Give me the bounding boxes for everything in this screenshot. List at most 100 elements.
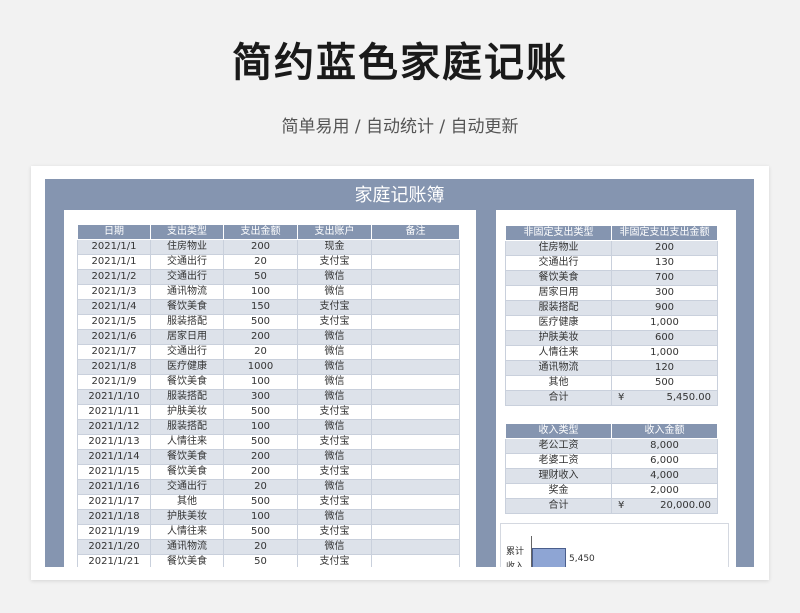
ledger-cell: 2021/1/6 bbox=[77, 329, 151, 345]
ledger-cell: 200 bbox=[223, 239, 298, 255]
ledger-cell: 2021/1/19 bbox=[77, 524, 151, 540]
expense-summary-cell: 餐饮美食 bbox=[505, 270, 612, 286]
ledger-cell bbox=[371, 254, 460, 270]
table-row: 2021/1/8 医疗健康 1000 微信 bbox=[77, 359, 460, 375]
ledger-panel: 日期 支出类型 支出金额 支出账户 备注 2021/1/1 住房物业 200 现金 2021/1… bbox=[64, 210, 476, 567]
income-summary-cell: 老公工资 bbox=[505, 438, 612, 454]
ledger-cell bbox=[371, 344, 460, 360]
ledger-cell: 50 bbox=[223, 554, 298, 567]
spreadsheet-card: 家庭记账簿 日期 支出类型 支出金额 支出账户 备注 2021/1/1 住房物业 200 现金… bbox=[31, 166, 769, 580]
expense-summary-header-1: 非固定支出支出金额 bbox=[611, 225, 718, 241]
ledger-cell: 200 bbox=[223, 464, 298, 480]
expense-summary-total-cell: ¥5,450.00 bbox=[611, 390, 718, 406]
summary-chart: 累计 收入 5,450 bbox=[500, 523, 729, 567]
ledger-cell: 支付宝 bbox=[297, 554, 372, 567]
income-summary-total-cell: ¥20,000.00 bbox=[611, 498, 718, 514]
table-row: 老公工资 8,000 bbox=[505, 438, 718, 454]
expense-summary-total-value: 5,450.00 bbox=[666, 392, 711, 403]
ledger-cell: 居家日用 bbox=[150, 329, 224, 345]
ledger-cell: 微信 bbox=[297, 284, 372, 300]
ledger-cell: 餐饮美食 bbox=[150, 299, 224, 315]
ledger-cell: 餐饮美食 bbox=[150, 554, 224, 567]
ledger-cell: 2021/1/1 bbox=[77, 239, 151, 255]
ledger-cell: 2021/1/12 bbox=[77, 419, 151, 435]
currency-symbol: ¥ bbox=[618, 392, 625, 403]
ledger-cell: 微信 bbox=[297, 509, 372, 525]
ledger-cell: 餐饮美食 bbox=[150, 464, 224, 480]
ledger-cell: 服装搭配 bbox=[150, 314, 224, 330]
ledger-cell: 2021/1/16 bbox=[77, 479, 151, 495]
ledger-cell: 2021/1/8 bbox=[77, 359, 151, 375]
ledger-header-4: 备注 bbox=[371, 224, 460, 240]
ledger-cell: 微信 bbox=[297, 374, 372, 390]
ledger-cell: 300 bbox=[223, 389, 298, 405]
ledger-cell: 500 bbox=[223, 404, 298, 420]
ledger-cell bbox=[371, 464, 460, 480]
ledger-cell bbox=[371, 359, 460, 375]
ledger-cell: 2021/1/3 bbox=[77, 284, 151, 300]
ledger-cell: 2021/1/20 bbox=[77, 539, 151, 555]
ledger-cell: 100 bbox=[223, 419, 298, 435]
ledger-cell bbox=[371, 404, 460, 420]
ledger-cell bbox=[371, 239, 460, 255]
ledger-cell: 微信 bbox=[297, 329, 372, 345]
table-row: 2021/1/11 护肤美妆 500 支付宝 bbox=[77, 404, 460, 420]
ledger-cell: 200 bbox=[223, 449, 298, 465]
ledger-cell: 交通出行 bbox=[150, 479, 224, 495]
ledger-cell: 支付宝 bbox=[297, 524, 372, 540]
ledger-cell: 2021/1/13 bbox=[77, 434, 151, 450]
ledger-cell: 500 bbox=[223, 524, 298, 540]
ledger-cell: 微信 bbox=[297, 449, 372, 465]
ledger-cell bbox=[371, 374, 460, 390]
ledger-cell: 2021/1/10 bbox=[77, 389, 151, 405]
ledger-cell: 支付宝 bbox=[297, 314, 372, 330]
ledger-cell: 100 bbox=[223, 284, 298, 300]
ledger-cell: 通讯物流 bbox=[150, 284, 224, 300]
ledger-cell: 微信 bbox=[297, 359, 372, 375]
expense-summary-cell: 居家日用 bbox=[505, 285, 612, 301]
ledger-cell: 500 bbox=[223, 314, 298, 330]
ledger-cell: 2021/1/4 bbox=[77, 299, 151, 315]
expense-summary-cell: 500 bbox=[611, 375, 718, 391]
ledger-cell bbox=[371, 269, 460, 285]
table-row: 医疗健康 1,000 bbox=[505, 315, 718, 331]
ledger-cell: 500 bbox=[223, 494, 298, 510]
table-row: 餐饮美食 700 bbox=[505, 270, 718, 286]
ledger-cell: 微信 bbox=[297, 344, 372, 360]
summary-panel: 非固定支出类型 非固定支出支出金额 住房物业 200 交通出行 130 餐饮美食 700 居家… bbox=[496, 210, 736, 567]
ledger-cell: 150 bbox=[223, 299, 298, 315]
expense-summary-header-0: 非固定支出类型 bbox=[505, 225, 612, 241]
chart-data-label: 5,450 bbox=[569, 554, 595, 564]
chart-category-label-line2: 收入 bbox=[506, 562, 525, 567]
income-summary-total-label: 合计 bbox=[505, 498, 612, 514]
ledger-cell: 支付宝 bbox=[297, 464, 372, 480]
table-row: 奖金 2,000 bbox=[505, 483, 718, 499]
ledger-header-1: 支出类型 bbox=[150, 224, 224, 240]
table-row: 2021/1/10 服装搭配 300 微信 bbox=[77, 389, 460, 405]
expense-summary-table: 非固定支出类型 非固定支出支出金额 住房物业 200 交通出行 130 餐饮美食 700 居家… bbox=[505, 225, 718, 406]
income-summary-header-row: 收入类型 收入金额 bbox=[505, 423, 718, 439]
ledger-cell: 护肤美妆 bbox=[150, 509, 224, 525]
income-summary-cell: 奖金 bbox=[505, 483, 612, 499]
expense-summary-cell: 住房物业 bbox=[505, 240, 612, 256]
ledger-cell: 2021/1/21 bbox=[77, 554, 151, 567]
ledger-cell bbox=[371, 479, 460, 495]
income-summary-cell: 6,000 bbox=[611, 453, 718, 469]
table-row: 2021/1/15 餐饮美食 200 支付宝 bbox=[77, 464, 460, 480]
expense-summary-cell: 人情往来 bbox=[505, 345, 612, 361]
ledger-cell: 微信 bbox=[297, 419, 372, 435]
ledger-cell: 交通出行 bbox=[150, 269, 224, 285]
table-row: 2021/1/4 餐饮美食 150 支付宝 bbox=[77, 299, 460, 315]
expense-summary-cell: 700 bbox=[611, 270, 718, 286]
table-row: 其他 500 bbox=[505, 375, 718, 391]
table-row: 2021/1/18 护肤美妆 100 微信 bbox=[77, 509, 460, 525]
table-row: 2021/1/1 住房物业 200 现金 bbox=[77, 239, 460, 255]
ledger-cell: 其他 bbox=[150, 494, 224, 510]
ledger-cell: 现金 bbox=[297, 239, 372, 255]
ledger-cell: 餐饮美食 bbox=[150, 449, 224, 465]
ledger-cell: 微信 bbox=[297, 269, 372, 285]
expense-summary-cell: 交通出行 bbox=[505, 255, 612, 271]
ledger-cell: 2021/1/17 bbox=[77, 494, 151, 510]
page-title: 简约蓝色家庭记账 bbox=[232, 40, 568, 86]
ledger-cell: 20 bbox=[223, 344, 298, 360]
